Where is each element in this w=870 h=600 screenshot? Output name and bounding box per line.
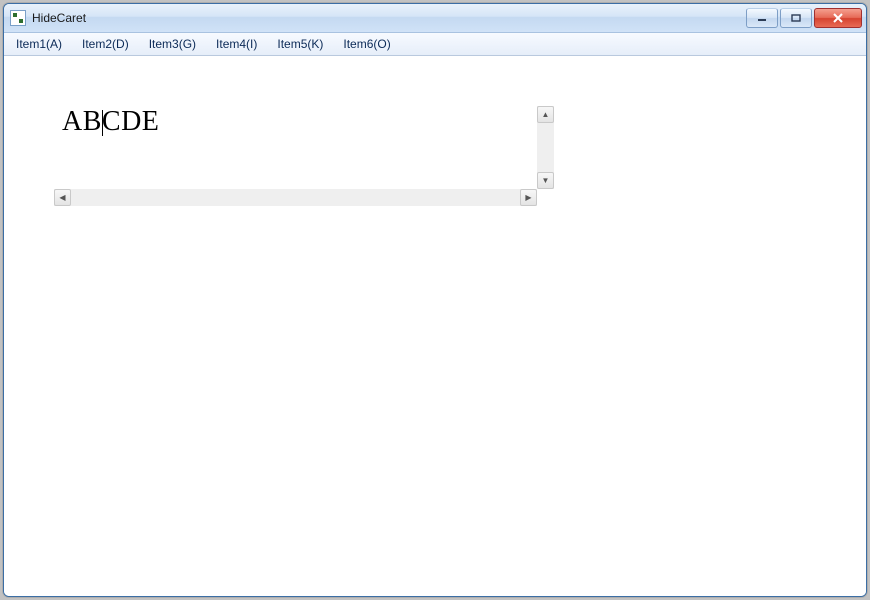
chevron-up-icon: ▲ (542, 111, 550, 119)
close-button[interactable] (814, 8, 862, 28)
menu-item-5[interactable]: Item5(K) (267, 33, 333, 55)
app-window: HideCaret Item1(A) Item2(D) (3, 3, 867, 597)
minimize-button[interactable] (746, 8, 778, 28)
menubar: Item1(A) Item2(D) Item3(G) Item4(I) Item… (4, 33, 866, 56)
menu-item-6[interactable]: Item6(O) (333, 33, 400, 55)
text-editor-content: ABCDE (62, 106, 159, 138)
text-editor[interactable]: ABCDE ▲ ▼ ◀ ▶ (54, 106, 554, 206)
close-icon (832, 13, 844, 23)
text-editor-viewport[interactable]: ABCDE (54, 106, 537, 189)
scroll-up-button[interactable]: ▲ (537, 106, 554, 123)
scroll-down-button[interactable]: ▼ (537, 172, 554, 189)
maximize-button[interactable] (780, 8, 812, 28)
chevron-right-icon: ▶ (525, 194, 531, 202)
vertical-scrollbar[interactable]: ▲ ▼ (537, 106, 554, 189)
chevron-left-icon: ◀ (59, 194, 65, 202)
scroll-right-button[interactable]: ▶ (520, 189, 537, 206)
titlebar[interactable]: HideCaret (4, 4, 866, 33)
window-title: HideCaret (32, 11, 86, 25)
menu-item-2[interactable]: Item2(D) (72, 33, 139, 55)
scroll-left-button[interactable]: ◀ (54, 189, 71, 206)
chevron-down-icon: ▼ (542, 177, 550, 185)
menu-item-1[interactable]: Item1(A) (6, 33, 72, 55)
maximize-icon (791, 14, 801, 22)
text-caret (102, 110, 103, 136)
caption-buttons (746, 8, 864, 28)
menu-item-3[interactable]: Item3(G) (139, 33, 206, 55)
menu-item-4[interactable]: Item4(I) (206, 33, 267, 55)
horizontal-scrollbar[interactable]: ◀ ▶ (54, 189, 537, 206)
app-icon (10, 10, 26, 26)
minimize-icon (757, 14, 767, 22)
client-area: ABCDE ▲ ▼ ◀ ▶ (4, 56, 866, 597)
